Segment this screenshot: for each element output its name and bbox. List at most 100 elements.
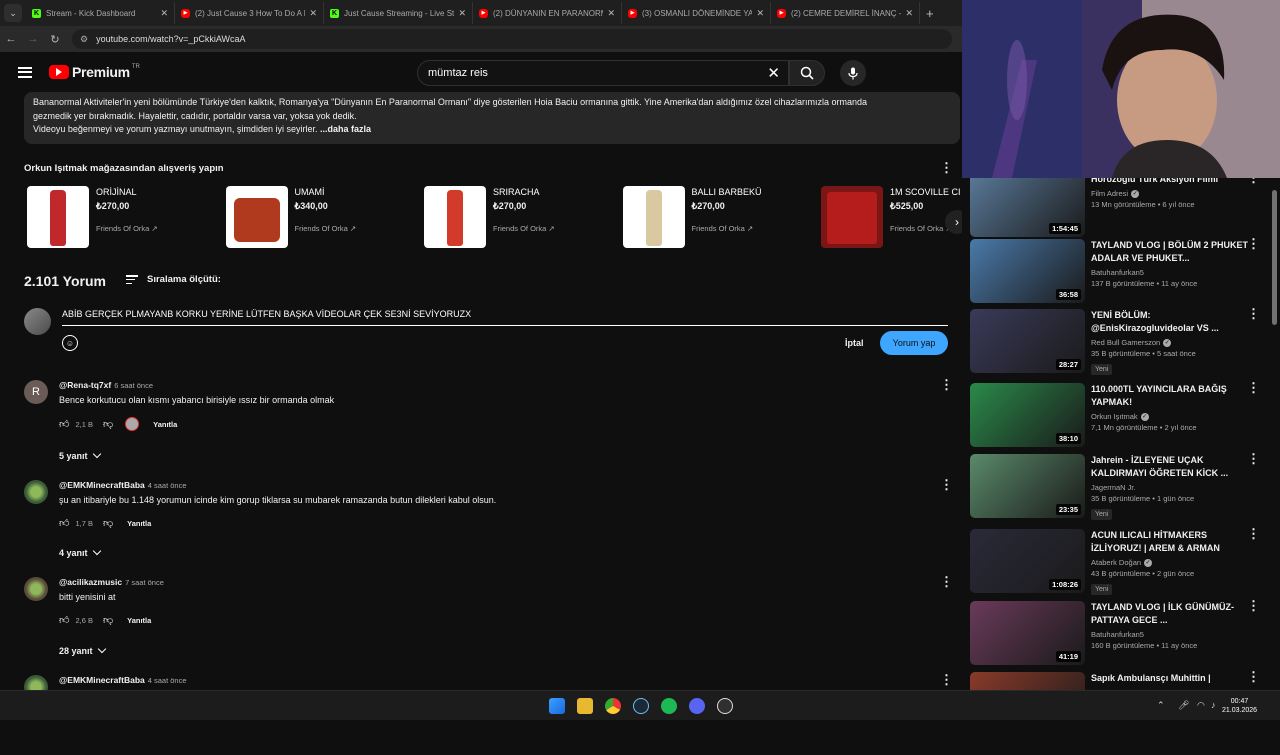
video-thumbnail[interactable] bbox=[970, 672, 1085, 690]
commenter-avatar[interactable] bbox=[24, 480, 48, 504]
clear-search-icon[interactable]: ✕ bbox=[767, 64, 780, 82]
like-icon[interactable]: 👍︎ bbox=[59, 517, 69, 529]
comment-author[interactable]: @EMKMinecraftBaba 4 saat önce bbox=[59, 480, 187, 490]
video-thumbnail[interactable]: 28:27 bbox=[970, 309, 1085, 373]
channel-name[interactable]: Batuhanfurkan5 bbox=[1091, 268, 1253, 277]
channel-name[interactable]: Orkun Işıtmak ✓ bbox=[1091, 412, 1253, 421]
product-card[interactable]: ORİJİNAL ₺270,00 Friends Of Orka ↗ bbox=[27, 186, 158, 248]
channel-name[interactable]: JagermaN Jr. bbox=[1091, 483, 1253, 492]
video-more-icon[interactable]: ⋮ bbox=[1247, 670, 1260, 683]
forward-icon[interactable]: → bbox=[22, 33, 44, 45]
sidebar-video[interactable]: Sapık Ambulansçı Muhittin | ⋮ bbox=[970, 670, 1270, 690]
reply-button[interactable]: Yanıtla bbox=[127, 519, 151, 528]
video-thumbnail[interactable]: 38:10 bbox=[970, 383, 1085, 447]
sidebar-video[interactable]: 41:19 TAYLAND VLOG | İLK GÜNÜMÜZ- PATTAYA… bbox=[970, 599, 1270, 669]
video-more-icon[interactable]: ⋮ bbox=[1247, 527, 1260, 540]
channel-name[interactable]: Film Adresi ✓ bbox=[1091, 189, 1253, 198]
video-title[interactable]: 110.000TL YAYINCILARA BAĞIŞ YAPMAK! bbox=[1091, 383, 1253, 409]
video-thumbnail[interactable]: 36:58 bbox=[970, 239, 1085, 303]
video-title[interactable]: Jahrein - İZLEYENE UÇAK KALDIRMAYI ÖĞRET… bbox=[1091, 454, 1253, 480]
browser-tab[interactable]: ▶ (3) OSMANLI DÖNEMİNDE YAŞ ✕ bbox=[622, 2, 771, 24]
tab-search-button[interactable]: ⌄ bbox=[4, 4, 22, 22]
author-name[interactable]: @EMKMinecraftBaba bbox=[59, 480, 145, 490]
submit-comment-button[interactable]: Yorum yap bbox=[880, 331, 948, 355]
video-thumbnail[interactable]: 1:54:45 bbox=[970, 178, 1085, 237]
comment-author[interactable]: @EMKMinecraftBaba 4 saat önce bbox=[59, 675, 187, 685]
like-icon[interactable]: 👍︎ bbox=[59, 614, 69, 626]
comment-more-icon[interactable]: ⋮ bbox=[940, 673, 953, 686]
obs-icon[interactable] bbox=[717, 698, 733, 714]
comment-time[interactable]: 7 saat önce bbox=[125, 578, 164, 587]
video-title[interactable]: TAYLAND VLOG | İLK GÜNÜMÜZ- PATTAYA GECE… bbox=[1091, 601, 1253, 627]
browser-tab[interactable]: K Just Cause Streaming - Live Stre ✕ bbox=[324, 2, 473, 24]
video-thumbnail[interactable]: 1:08:26 bbox=[970, 529, 1085, 593]
sidebar-video[interactable]: 28:27 YENİ BÖLÜM: @EnisKirazogluvideolar … bbox=[970, 307, 1270, 377]
show-replies-button[interactable]: 28 yanıt bbox=[59, 644, 106, 656]
author-name[interactable]: @acilikazmusic bbox=[59, 577, 122, 587]
product-card[interactable]: 1M SCOVILLE CI ₺525,00 Friends Of Orka ↗ bbox=[821, 186, 961, 248]
dislike-icon[interactable]: 👎︎ bbox=[103, 614, 113, 626]
close-tab-icon[interactable]: ✕ bbox=[309, 8, 317, 19]
dislike-icon[interactable]: 👎︎ bbox=[103, 517, 113, 529]
reply-button[interactable]: Yanıtla bbox=[153, 420, 177, 429]
voice-search-button[interactable] bbox=[840, 60, 866, 86]
shop-more-icon[interactable]: ⋮ bbox=[940, 161, 953, 174]
comment-more-icon[interactable]: ⋮ bbox=[940, 478, 953, 491]
close-tab-icon[interactable]: ✕ bbox=[458, 8, 466, 19]
youtube-logo[interactable]: Premium TR bbox=[49, 64, 140, 80]
spotify-icon[interactable] bbox=[661, 698, 677, 714]
sidebar-video[interactable]: 36:58 TAYLAND VLOG | BÖLÜM 2 PHUKET ADALA… bbox=[970, 237, 1270, 307]
back-icon[interactable]: ← bbox=[0, 33, 22, 45]
video-thumbnail[interactable]: 41:19 bbox=[970, 601, 1085, 665]
video-more-icon[interactable]: ⋮ bbox=[1247, 307, 1260, 320]
sidebar-video[interactable]: 1:08:26 ACUN ILICALI HİTMAKERS İZLİYORUZ!… bbox=[970, 527, 1270, 597]
comment-time[interactable]: 6 saat önce bbox=[114, 381, 153, 390]
menu-icon[interactable] bbox=[18, 66, 32, 78]
taskbar-clock[interactable]: 00:47 21.03.2026 bbox=[1222, 697, 1257, 715]
cancel-button[interactable]: İptal bbox=[845, 338, 864, 348]
show-more-link[interactable]: ...daha fazla bbox=[320, 124, 371, 134]
show-replies-button[interactable]: 4 yanıt bbox=[59, 546, 101, 558]
chrome-icon[interactable] bbox=[605, 698, 621, 714]
video-title[interactable]: TAYLAND VLOG | BÖLÜM 2 PHUKET ADALAR VE … bbox=[1091, 239, 1253, 265]
reload-icon[interactable]: ↻ bbox=[44, 33, 66, 46]
sort-button[interactable]: Sıralama ölçütü: bbox=[126, 274, 221, 285]
comment-input[interactable]: ABİB GERÇEK PLMAYANB KORKU YERİNE LÜTFEN… bbox=[62, 309, 948, 326]
show-replies-button[interactable]: 5 yanıt bbox=[59, 449, 101, 461]
emoji-icon[interactable]: ☺ bbox=[62, 335, 78, 351]
file-explorer-icon[interactable] bbox=[577, 698, 593, 714]
windows-start-icon[interactable] bbox=[549, 698, 565, 714]
product-card[interactable]: UMAMİ ₺340,00 Friends Of Orka ↗ bbox=[225, 186, 356, 248]
channel-name[interactable]: Red Bull Gamerszon ✓ bbox=[1091, 338, 1253, 347]
video-more-icon[interactable]: ⋮ bbox=[1247, 237, 1260, 250]
tray-chevron-icon[interactable]: ⌃ bbox=[1157, 700, 1165, 711]
video-title[interactable]: Horozoğlu Türk Aksiyon Filmi bbox=[1091, 178, 1253, 186]
video-description[interactable]: Bananormal Aktiviteler'in yeni bölümünde… bbox=[24, 92, 960, 144]
comment-time[interactable]: 4 saat önce bbox=[148, 481, 187, 490]
channel-name[interactable]: Batuhanfurkan5 bbox=[1091, 630, 1253, 639]
video-title[interactable]: YENİ BÖLÜM: @EnisKirazogluvideolar VS ..… bbox=[1091, 309, 1253, 335]
site-info-icon[interactable]: ⚙ bbox=[80, 34, 88, 45]
steam-icon[interactable] bbox=[633, 698, 649, 714]
author-name[interactable]: @EMKMinecraftBaba bbox=[59, 675, 145, 685]
browser-tab[interactable]: K Stream - Kick Dashboard ✕ bbox=[26, 2, 175, 24]
discord-icon[interactable] bbox=[689, 698, 705, 714]
sidebar-video[interactable]: 38:10 110.000TL YAYINCILARA BAĞIŞ YAPMAK!… bbox=[970, 381, 1270, 451]
video-more-icon[interactable]: ⋮ bbox=[1247, 452, 1260, 465]
comment-time[interactable]: 4 saat önce bbox=[148, 676, 187, 685]
video-more-icon[interactable]: ⋮ bbox=[1247, 599, 1260, 612]
video-more-icon[interactable]: ⋮ bbox=[1247, 381, 1260, 394]
commenter-avatar[interactable]: R bbox=[24, 380, 48, 404]
volume-tray-icon[interactable]: ♪ bbox=[1211, 700, 1216, 710]
close-tab-icon[interactable]: ✕ bbox=[756, 8, 764, 19]
browser-tab[interactable]: ▶ (2) DÜNYANIN EN PARANORMA ✕ bbox=[473, 2, 622, 24]
search-input[interactable]: mümtaz reis ✕ bbox=[417, 60, 789, 86]
like-icon[interactable]: 👍︎ bbox=[59, 418, 69, 430]
video-more-icon[interactable]: ⋮ bbox=[1247, 178, 1260, 184]
close-tab-icon[interactable]: ✕ bbox=[905, 8, 913, 19]
dislike-icon[interactable]: 👎︎ bbox=[103, 418, 113, 430]
close-tab-icon[interactable]: ✕ bbox=[160, 8, 168, 19]
sidebar-video[interactable]: 1:54:45 Horozoğlu Türk Aksiyon Filmi Film … bbox=[970, 178, 1270, 241]
product-card[interactable]: BALLI BARBEKÜ ₺270,00 Friends Of Orka ↗ bbox=[622, 186, 762, 248]
channel-name[interactable]: Ataberk Doğan ✓ bbox=[1091, 558, 1253, 567]
